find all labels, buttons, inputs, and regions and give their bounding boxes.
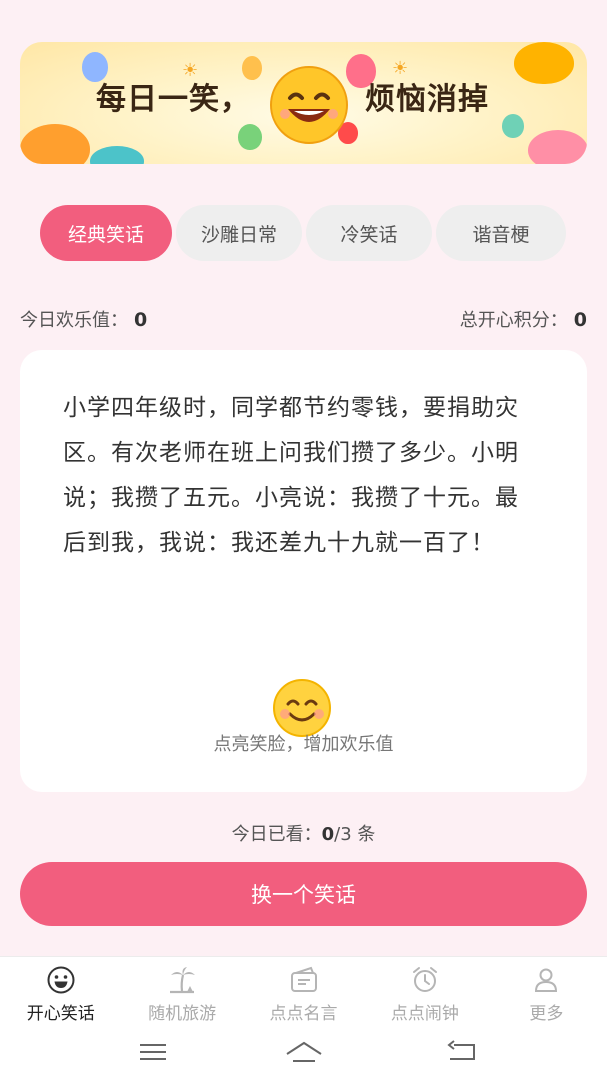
palm-tree-icon <box>170 967 196 994</box>
balloon-decoration <box>514 42 574 84</box>
nav-item-alarm[interactable]: 点点闹钟 <box>364 957 485 1028</box>
total-points-value: 0 <box>573 309 587 331</box>
system-nav-bar <box>0 1028 607 1080</box>
tab-silly-daily[interactable]: 沙雕日常 <box>176 205 302 261</box>
nav-label: 更多 <box>529 1004 564 1024</box>
nav-label: 随机旅游 <box>148 1004 217 1024</box>
viewed-count: 0 <box>321 824 335 845</box>
back-icon[interactable] <box>446 1040 478 1064</box>
stats-row: 今日欢乐值： 0 总开心积分： 0 <box>20 306 587 332</box>
joke-card: 小学四年级时，同学都节约零钱，要捐助灾区。有次老师在班上问我们攒了多少。小明说；… <box>20 350 587 792</box>
balloon-decoration <box>502 114 524 138</box>
viewed-counter: 今日已看：0/3 条 <box>0 820 607 846</box>
today-joy-label: 今日欢乐值： <box>20 310 128 331</box>
menu-icon[interactable] <box>138 1040 168 1064</box>
today-joy-value: 0 <box>134 309 148 331</box>
total-points-stat: 总开心积分： 0 <box>460 306 587 332</box>
banner: ☀ ☀ 每日一笑， 烦恼消掉 <box>20 42 587 164</box>
home-icon[interactable] <box>284 1040 324 1064</box>
quote-card-icon <box>290 966 317 992</box>
category-tabs: 经典笑话 沙雕日常 冷笑话 谐音梗 <box>40 205 566 261</box>
alarm-clock-icon <box>412 967 437 992</box>
nav-item-happy-jokes[interactable]: 开心笑话 <box>0 957 121 1028</box>
like-hint-text: 点亮笑脸，增加欢乐值 <box>213 734 394 755</box>
next-joke-button[interactable]: 换一个笑话 <box>20 862 587 926</box>
tab-classic-jokes[interactable]: 经典笑话 <box>40 205 172 261</box>
balloon-decoration <box>238 124 262 150</box>
nav-item-quotes[interactable]: 点点名言 <box>243 957 364 1028</box>
bottom-nav: 开心笑话 随机旅游 点点名言 点点闹钟 更多 <box>0 956 607 1028</box>
today-joy-stat: 今日欢乐值： 0 <box>20 306 147 332</box>
balloon-decoration <box>528 130 587 164</box>
banner-title-right: 烦恼消掉 <box>365 82 489 117</box>
nav-item-random-travel[interactable]: 随机旅游 <box>121 957 242 1028</box>
balloon-decoration <box>90 146 144 164</box>
tab-cold-jokes[interactable]: 冷笑话 <box>306 205 432 261</box>
nav-label: 点点名言 <box>269 1004 338 1024</box>
laughing-face-icon <box>270 66 348 144</box>
person-icon <box>535 968 558 992</box>
viewed-prefix: 今日已看： <box>231 824 322 845</box>
tab-pun-jokes[interactable]: 谐音梗 <box>436 205 566 261</box>
nav-label: 开心笑话 <box>26 1004 95 1024</box>
smiley-like-icon[interactable] <box>272 678 332 738</box>
banner-title-left: 每日一笑， <box>96 82 251 117</box>
nav-item-more[interactable]: 更多 <box>486 957 607 1028</box>
joke-text: 小学四年级时，同学都节约零钱，要捐助灾区。有次老师在班上问我们攒了多少。小明说；… <box>63 395 519 556</box>
balloon-decoration <box>20 124 90 164</box>
nav-label: 点点闹钟 <box>390 1004 459 1024</box>
smiley-icon <box>47 966 75 994</box>
total-points-label: 总开心积分： <box>459 310 568 331</box>
viewed-suffix: /3 条 <box>334 824 376 845</box>
